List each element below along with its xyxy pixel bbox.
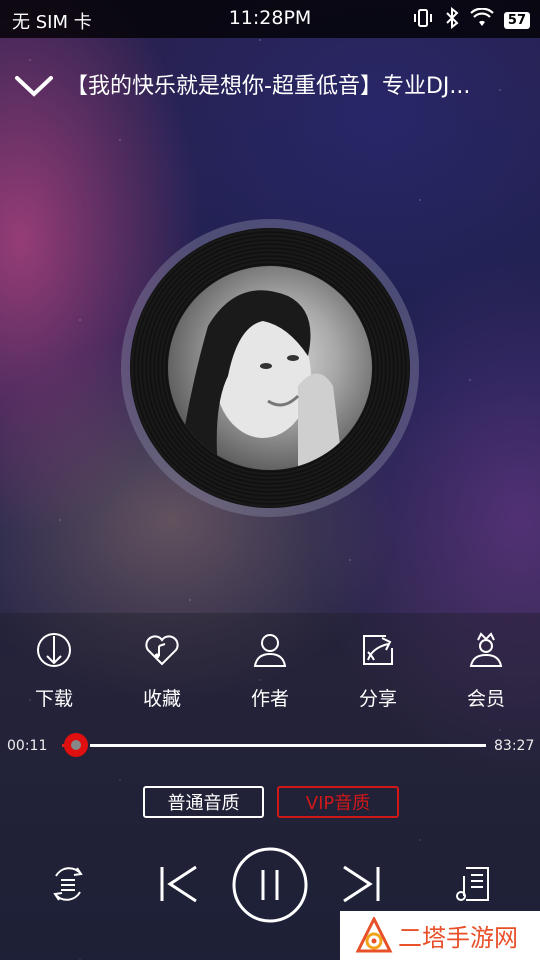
chevron-down-icon — [15, 76, 53, 97]
elapsed-time: 00:11 — [7, 738, 48, 754]
next-button[interactable] — [340, 864, 382, 908]
vip-member-button[interactable]: 会员 — [441, 630, 531, 711]
download-button[interactable]: 下载 — [9, 630, 99, 711]
share-icon — [363, 635, 393, 665]
skip-next-icon — [343, 865, 380, 903]
watermark-logo-icon — [354, 915, 394, 959]
author-icon — [253, 634, 287, 667]
progress-thumb[interactable] — [64, 733, 88, 757]
share-button[interactable]: 分享 — [333, 630, 423, 711]
player-header: 【我的快乐就是想你-超重低音】专业DJ... — [0, 60, 540, 110]
author-button[interactable]: 作者 — [225, 630, 315, 711]
album-art — [168, 266, 372, 470]
vip-quality-button[interactable]: VIP音质 — [277, 786, 399, 818]
favorite-button[interactable]: 收藏 — [117, 630, 207, 711]
author-label: 作者 — [250, 688, 289, 710]
favorite-icon — [145, 635, 179, 666]
total-time: 83:27 — [494, 738, 535, 754]
pause-icon — [232, 847, 308, 923]
skip-previous-icon — [160, 865, 197, 903]
vip-member-icon — [469, 632, 503, 667]
watermark: 二塔手游网 — [340, 911, 540, 960]
wifi-icon — [470, 7, 494, 33]
download-label: 下载 — [34, 688, 73, 710]
watermark-text: 二塔手游网 — [398, 924, 518, 952]
play-mode-button[interactable] — [48, 862, 88, 910]
repeat-list-icon — [53, 867, 83, 901]
progress-bar[interactable] — [90, 744, 486, 747]
bluetooth-icon — [444, 6, 460, 34]
normal-quality-button[interactable]: 普通音质 — [143, 786, 264, 818]
pause-button[interactable] — [231, 846, 309, 928]
battery-level: 57 — [503, 12, 530, 29]
playlist-icon — [456, 867, 489, 901]
previous-button[interactable] — [158, 864, 200, 908]
song-title: 【我的快乐就是想你-超重低音】专业DJ... — [66, 74, 471, 99]
vip-member-label: 会员 — [466, 688, 505, 710]
vibrate-icon — [412, 8, 434, 33]
action-row: 下载 收藏 作者 分享 会员 — [0, 630, 540, 720]
playlist-button[interactable] — [454, 864, 492, 908]
collapse-button[interactable] — [14, 70, 54, 100]
favorite-label: 收藏 — [142, 688, 181, 710]
share-label: 分享 — [358, 688, 397, 710]
status-bar: 无 SIM 卡 11:28PM 57 — [0, 0, 540, 38]
status-icons: 57 — [412, 6, 530, 34]
download-icon — [37, 633, 71, 667]
